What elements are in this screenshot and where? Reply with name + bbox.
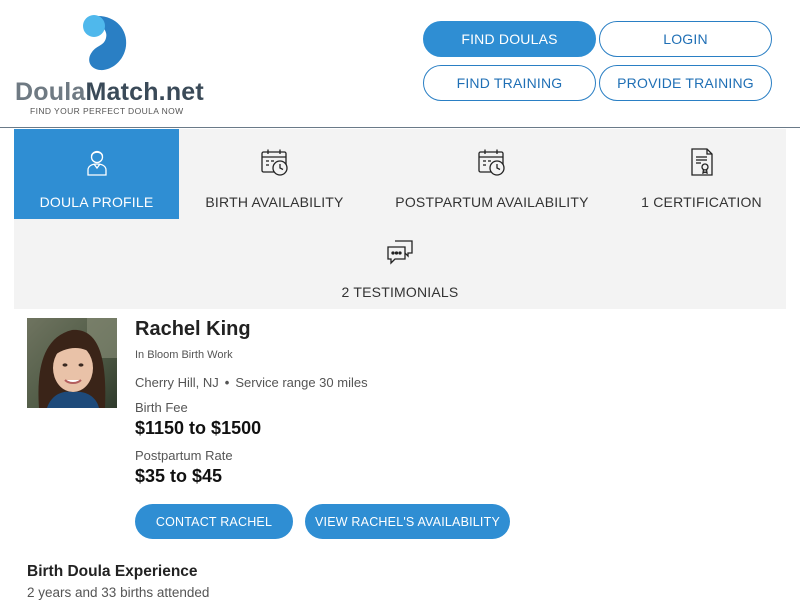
- logo-tagline: FIND YOUR PERFECT DOULA NOW: [30, 106, 184, 116]
- logo-mark-icon: [83, 15, 127, 71]
- login-button[interactable]: LOGIN: [599, 21, 772, 57]
- doula-organization: In Bloom Birth Work: [135, 349, 233, 361]
- profile-tabs: DOULA PROFILE BIRTH AVAILABILITY POSTPAR…: [14, 129, 786, 309]
- tab-label: DOULA PROFILE: [39, 194, 154, 210]
- calendar-clock-icon: [260, 149, 288, 176]
- tab-postpartum-availability[interactable]: POSTPARTUM AVAILABILITY: [392, 129, 592, 219]
- doula-location-line: Cherry Hill, NJ • Service range 30 miles: [135, 375, 368, 390]
- contact-doula-button[interactable]: CONTACT RACHEL: [135, 504, 293, 539]
- experience-text: 2 years and 33 births attended: [27, 585, 210, 600]
- tab-birth-availability[interactable]: BIRTH AVAILABILITY: [192, 129, 357, 219]
- site-header: DoulaMatch.net FIND YOUR PERFECT DOULA N…: [0, 0, 800, 128]
- tab-label: 2 TESTIMONIALS: [341, 284, 459, 300]
- find-doulas-button[interactable]: FIND DOULAS: [423, 21, 596, 57]
- tab-doula-profile[interactable]: DOULA PROFILE: [14, 129, 179, 219]
- doula-photo: [27, 318, 117, 408]
- birth-fee-label: Birth Fee: [135, 400, 188, 415]
- tab-testimonials[interactable]: 2 TESTIMONIALS: [320, 219, 480, 309]
- view-availability-button[interactable]: VIEW RACHEL'S AVAILABILITY: [305, 504, 510, 539]
- calendar-clock-icon: [478, 149, 505, 176]
- doula-name: Rachel King: [135, 318, 251, 340]
- provide-training-button[interactable]: PROVIDE TRAINING: [599, 65, 772, 101]
- certificate-icon: [690, 148, 713, 176]
- birth-fee-value: $1150 to $1500: [135, 418, 262, 438]
- logo-wordmark: DoulaMatch.net: [15, 78, 204, 106]
- separator-dot: •: [224, 375, 230, 390]
- postpartum-rate-label: Postpartum Rate: [135, 448, 233, 463]
- postpartum-rate-value: $35 to $45: [135, 466, 223, 486]
- find-training-button[interactable]: FIND TRAINING: [423, 65, 596, 101]
- chat-bubbles-icon: [387, 240, 413, 265]
- tab-certification[interactable]: 1 CERTIFICATION: [624, 129, 779, 219]
- doula-person-icon: [86, 150, 107, 176]
- service-range: Service range 30 miles: [235, 375, 368, 390]
- doula-location: Cherry Hill, NJ: [135, 375, 219, 390]
- tab-label: BIRTH AVAILABILITY: [205, 194, 344, 210]
- experience-heading: Birth Doula Experience: [27, 563, 198, 580]
- tab-label: 1 CERTIFICATION: [641, 194, 762, 210]
- tab-label: POSTPARTUM AVAILABILITY: [395, 194, 589, 210]
